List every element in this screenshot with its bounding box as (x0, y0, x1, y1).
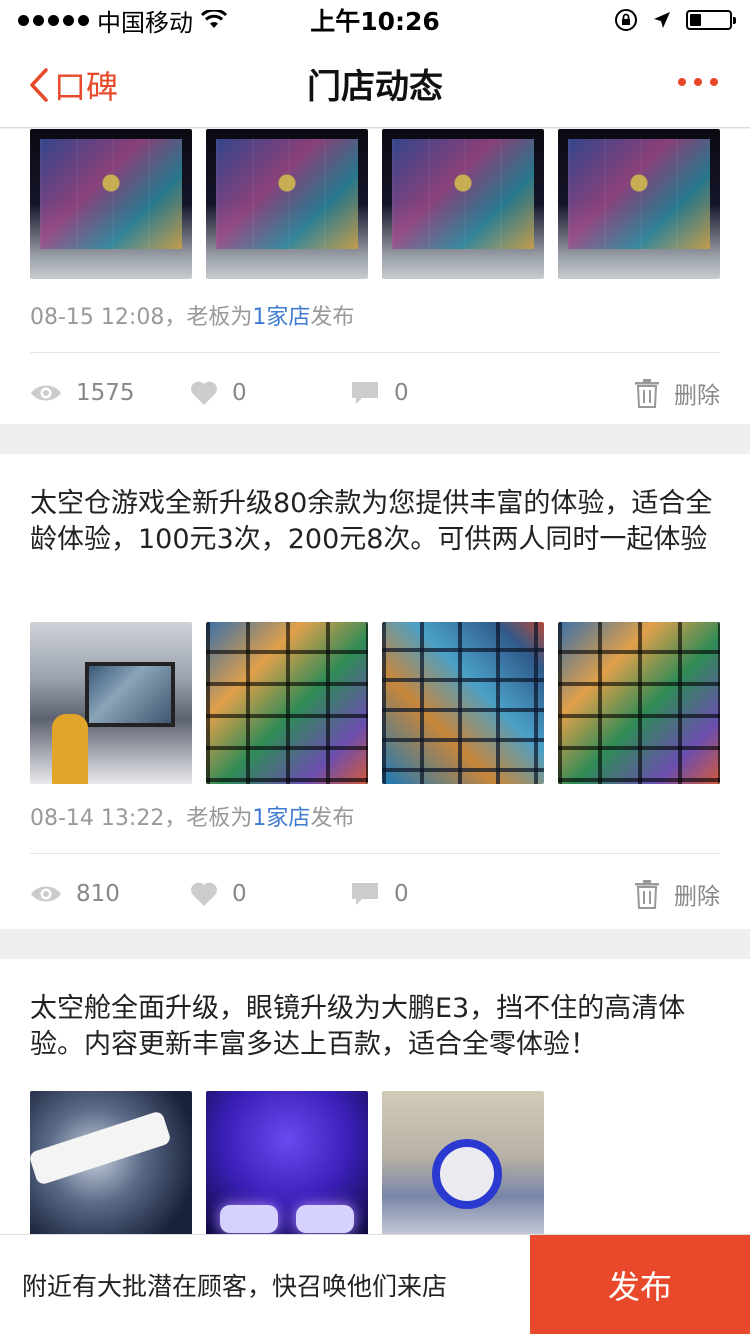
publish-button[interactable]: 发布 (530, 1235, 750, 1334)
bottom-action-bar: 附近有大批潜在顾客，快召唤他们来店 发布 (0, 1234, 750, 1334)
views-stat: 810 (30, 881, 190, 907)
post-image[interactable] (206, 622, 368, 784)
store-feed[interactable]: 08-15 12:08，老板为1家店发布 1575 0 0 删除 太空仓游戏全新… (0, 129, 750, 1234)
post-image[interactable] (206, 129, 368, 279)
post-image[interactable] (206, 1091, 368, 1234)
post-meta-suffix: 发布 (310, 305, 355, 330)
comment-button[interactable]: 0 (350, 380, 634, 406)
post-image[interactable] (382, 1091, 544, 1234)
clock: 上午10:26 (310, 7, 440, 36)
comment-icon (352, 883, 378, 905)
more-dots-icon (678, 78, 686, 86)
post-images (30, 129, 720, 279)
trash-icon (635, 379, 659, 408)
post-images (30, 1091, 720, 1234)
post-stats: 1575 0 0 删除 (30, 353, 720, 433)
feed-post: 太空舱全面升级，眼镜升级为大鹏E3，挡不住的高清体验。内容更新丰富多达上百款，适… (0, 959, 750, 1234)
location-arrow-icon (654, 12, 670, 28)
post-date: 08-15 12:08，老板为 (30, 305, 253, 330)
eye-icon (31, 385, 61, 401)
post-image[interactable] (558, 129, 720, 279)
post-images (30, 622, 720, 784)
feed-post: 08-15 12:08，老板为1家店发布 1575 0 0 删除 (0, 129, 750, 424)
navigation-bar: 口碑 门店动态 (0, 40, 750, 128)
delete-button[interactable]: 删除 (634, 376, 720, 410)
post-image[interactable] (30, 622, 192, 784)
like-button[interactable]: 0 (190, 881, 350, 907)
battery-icon (686, 10, 736, 30)
promo-text: 附近有大批潜在顾客，快召唤他们来店 (22, 1271, 448, 1301)
eye-icon (31, 886, 61, 902)
post-text: 太空舱全面升级，眼镜升级为大鹏E3，挡不住的高清体验。内容更新丰富多达上百款，适… (30, 993, 686, 1060)
back-label: 口碑 (54, 68, 119, 106)
feed-post: 太空仓游戏全新升级80余款为您提供丰富的体验，适合全龄体验，100元3次，200… (0, 454, 750, 929)
likes-count: 0 (232, 881, 247, 907)
post-image[interactable] (30, 129, 192, 279)
store-link[interactable]: 1家店 (252, 806, 310, 831)
comment-icon (352, 382, 378, 404)
post-text: 太空仓游戏全新升级80余款为您提供丰富的体验，适合全龄体验，100元3次，200… (30, 488, 713, 555)
post-meta-suffix: 发布 (310, 806, 355, 831)
post-meta: 08-15 12:08，老板为1家店发布 (30, 283, 720, 353)
comments-count: 0 (394, 380, 409, 406)
post-date: 08-14 13:22，老板为 (30, 806, 253, 831)
post-image[interactable] (30, 1091, 192, 1234)
views-count: 810 (76, 881, 120, 907)
post-image[interactable] (558, 622, 720, 784)
post-image[interactable] (382, 622, 544, 784)
more-options-button[interactable] (678, 78, 718, 86)
wifi-icon (201, 10, 227, 28)
like-button[interactable]: 0 (190, 380, 350, 406)
chevron-left-icon (30, 68, 48, 102)
post-stats: 810 0 0 删除 (30, 854, 720, 934)
views-count: 1575 (76, 380, 135, 406)
rotation-lock-icon (615, 9, 637, 31)
comment-button[interactable]: 0 (350, 881, 634, 907)
back-button[interactable]: 口碑 (28, 62, 118, 108)
comments-count: 0 (394, 881, 409, 907)
likes-count: 0 (232, 380, 247, 406)
store-link[interactable]: 1家店 (252, 305, 310, 330)
signal-strength-icon (18, 14, 89, 26)
post-image[interactable] (382, 129, 544, 279)
status-bar: 中国移动 上午10:26 (0, 0, 750, 40)
carrier-name: 中国移动 (97, 8, 193, 37)
trash-icon (635, 880, 659, 909)
heart-icon (191, 882, 217, 906)
delete-label: 删除 (674, 383, 720, 409)
heart-icon (191, 381, 217, 405)
post-meta: 08-14 13:22，老板为1家店发布 (30, 784, 720, 854)
delete-button[interactable]: 删除 (634, 877, 720, 911)
views-stat: 1575 (30, 380, 190, 406)
delete-label: 删除 (674, 884, 720, 910)
